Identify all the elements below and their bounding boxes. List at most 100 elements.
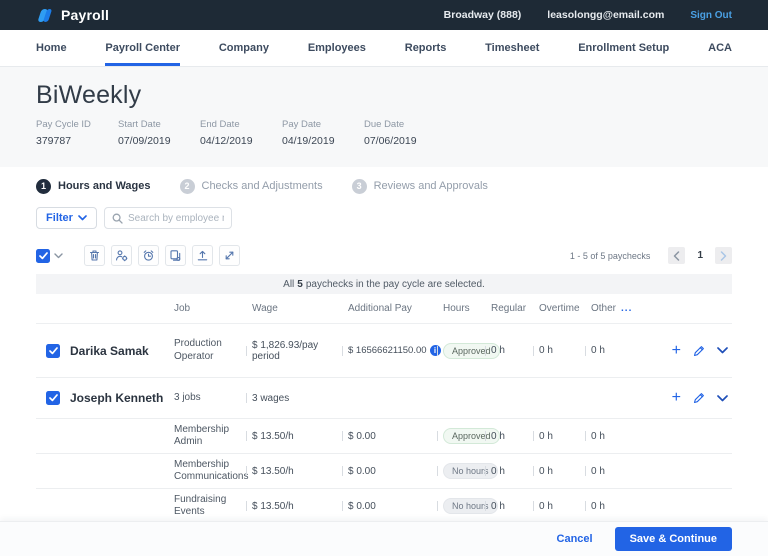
action-footer: Cancel Save & Continue: [0, 521, 768, 556]
pay-cycle-header: BiWeekly Pay Cycle ID 379787 Start Date …: [0, 67, 768, 167]
nav-enrollment-setup[interactable]: Enrollment Setup: [578, 30, 669, 66]
cell-regular: 0 h: [485, 345, 533, 356]
employee-name: Darika Samak: [70, 344, 168, 358]
cell-other: 0 h: [585, 431, 640, 442]
cell-hours-status: Approved: [437, 428, 485, 444]
prev-page-button[interactable]: [668, 247, 685, 264]
cell-job: Membership Communications: [168, 459, 246, 484]
cell-wage: 3 wages: [246, 393, 342, 404]
cell-job: Fundraising Events: [168, 494, 246, 519]
cell-hours-status: No hours: [437, 498, 485, 514]
alarm-icon[interactable]: [138, 245, 159, 266]
cell-overtime: 0 h: [533, 466, 585, 477]
table-row: Joseph Kenneth 3 jobs 3 wages +: [36, 378, 732, 419]
cell-regular: 0 h: [485, 466, 533, 477]
edit-icon[interactable]: [693, 392, 705, 404]
collapse-row-chevron-icon[interactable]: [717, 395, 728, 402]
brand: Payroll: [36, 7, 109, 23]
cell-job: 3 jobs: [168, 392, 246, 405]
column-other: Other ...: [585, 303, 640, 314]
bulk-action-icons: [84, 245, 240, 266]
column-hours: Hours: [437, 303, 485, 314]
table-row: Darika Samak Production Operator $ 1,826…: [36, 324, 732, 378]
selected-count: 5: [297, 279, 303, 290]
main-nav: Home Payroll Center Company Employees Re…: [0, 30, 768, 67]
cell-job: Production Operator: [168, 338, 246, 363]
step-hours-and-wages[interactable]: 1 Hours and Wages: [36, 179, 151, 194]
table-header: Job Wage Additional Pay Hours Regular Ov…: [36, 294, 732, 324]
expand-row-chevron-icon[interactable]: [717, 347, 728, 354]
column-wage: Wage: [246, 303, 342, 314]
upload-icon[interactable]: [192, 245, 213, 266]
more-columns-button[interactable]: ...: [621, 303, 632, 314]
trash-icon[interactable]: [84, 245, 105, 266]
paycheck-range-text: 1 - 5 of 5 paychecks: [570, 251, 651, 261]
app-title: Payroll: [61, 7, 109, 23]
nav-employees[interactable]: Employees: [308, 30, 366, 66]
cell-job: Membership Admin: [168, 424, 246, 449]
field-due-date: Due Date 07/06/2019: [364, 119, 445, 147]
cell-overtime: 0 h: [533, 345, 585, 356]
row-checkbox[interactable]: [46, 344, 60, 358]
cell-regular: 0 h: [485, 501, 533, 512]
edit-icon[interactable]: [693, 345, 705, 357]
next-page-button[interactable]: [715, 247, 732, 264]
add-pay-icon[interactable]: +: [672, 343, 681, 359]
cell-other: 0 h: [585, 345, 640, 356]
job-subrow: Membership Admin $ 13.50/h $ 0.00 Approv…: [36, 419, 732, 454]
search-input[interactable]: [128, 213, 224, 224]
cell-wage: $ 1,826.93/pay period: [246, 340, 342, 362]
cancel-button[interactable]: Cancel: [557, 533, 593, 545]
topbar-right: Broadway (888) leasolongg@email.com Sign…: [444, 9, 732, 21]
cell-overtime: 0 h: [533, 501, 585, 512]
nav-company[interactable]: Company: [219, 30, 269, 66]
filter-button[interactable]: Filter: [36, 207, 97, 229]
selection-toolbar: 1 - 5 of 5 paychecks 1: [36, 245, 732, 266]
payroll-logo-icon: [36, 8, 53, 23]
wizard-steps: 1 Hours and Wages 2 Checks and Adjustmen…: [36, 178, 732, 194]
current-page-number: 1: [697, 250, 703, 261]
cell-wage: $ 13.50/h: [246, 431, 342, 442]
sign-out-link[interactable]: Sign Out: [690, 10, 732, 21]
cell-hours-status: No hours: [437, 463, 485, 479]
save-continue-button[interactable]: Save & Continue: [615, 527, 732, 551]
cycle-fields: Pay Cycle ID 379787 Start Date 07/09/201…: [36, 119, 732, 147]
nav-aca[interactable]: ACA: [708, 30, 732, 66]
user-settings-icon[interactable]: [111, 245, 132, 266]
cell-other: 0 h: [585, 501, 640, 512]
cell-other: 0 h: [585, 466, 640, 477]
job-subrow: Fundraising Events $ 13.50/h $ 0.00 No h…: [36, 489, 732, 524]
nav-timesheet[interactable]: Timesheet: [485, 30, 539, 66]
step-reviews-and-approvals[interactable]: 3 Reviews and Approvals: [352, 179, 488, 194]
cell-hours-status: Approved: [437, 343, 485, 359]
cell-wage: $ 13.50/h: [246, 466, 342, 477]
field-end-date: End Date 04/12/2019: [200, 119, 281, 147]
chevron-down-icon: [78, 215, 87, 221]
copy-settings-icon[interactable]: [165, 245, 186, 266]
cell-regular: 0 h: [485, 431, 533, 442]
nav-payroll-center[interactable]: Payroll Center: [105, 30, 180, 66]
search-icon: [112, 213, 123, 224]
cell-additional-pay: $ 16566621150.00 i: [342, 345, 437, 356]
expand-icon[interactable]: [219, 245, 240, 266]
column-overtime: Overtime: [533, 303, 585, 314]
select-options-chevron-icon[interactable]: [54, 253, 63, 259]
cell-overtime: 0 h: [533, 431, 585, 442]
filter-row: Filter: [36, 207, 732, 229]
step-checks-and-adjustments[interactable]: 2 Checks and Adjustments: [180, 179, 323, 194]
nav-reports[interactable]: Reports: [405, 30, 447, 66]
company-selector[interactable]: Broadway (888): [444, 9, 522, 21]
job-subrow: Membership Communications $ 13.50/h $ 0.…: [36, 454, 732, 489]
field-pay-cycle-id: Pay Cycle ID 379787: [36, 119, 117, 147]
search-box: [104, 207, 232, 229]
cell-additional-pay: $ 0.00: [342, 431, 437, 442]
selection-banner: All 5 paychecks in the pay cycle are sel…: [36, 274, 732, 294]
user-email: leasolongg@email.com: [547, 9, 664, 21]
employee-name: Joseph Kenneth: [70, 391, 168, 405]
field-start-date: Start Date 07/09/2019: [118, 119, 199, 147]
row-checkbox[interactable]: [46, 391, 60, 405]
nav-home[interactable]: Home: [36, 30, 67, 66]
select-all-checkbox[interactable]: [36, 249, 50, 263]
add-pay-icon[interactable]: +: [672, 390, 681, 406]
column-job: Job: [168, 303, 246, 314]
